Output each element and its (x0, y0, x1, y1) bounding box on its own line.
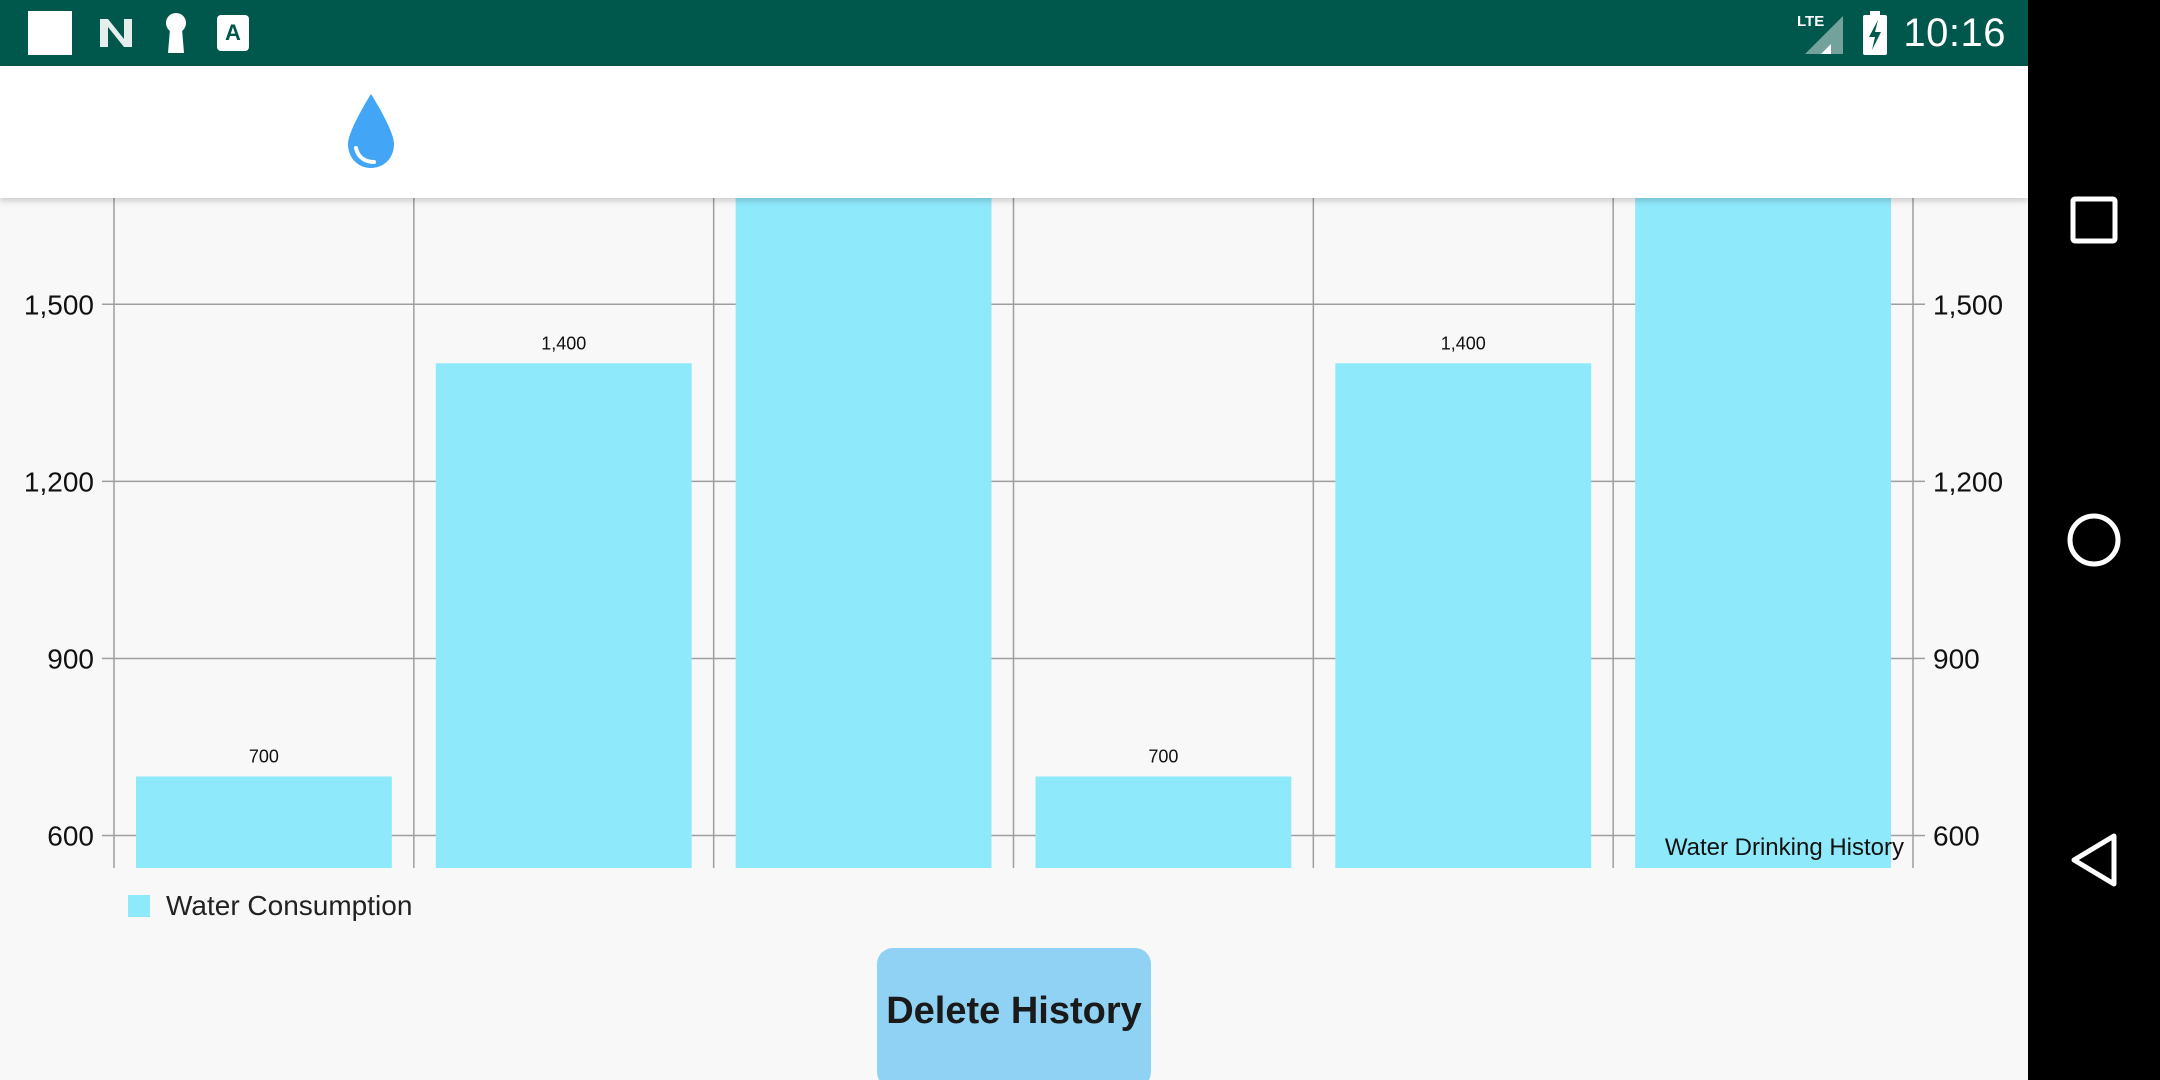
chart-area: 600 600 900 900 1,200 1,200 1,500 1,500 700 1,400… (0, 198, 2028, 1080)
notification-icons: A (28, 10, 250, 56)
water-drop-icon (348, 94, 394, 168)
water-bar-chart: 600 600 900 900 1,200 1,200 1,500 1,500 700 1,400… (24, 198, 2003, 868)
y-tick-label-right: 900 (1933, 643, 1980, 674)
y-tick-label-right: 1,500 (1933, 289, 2003, 320)
y-tick-label-right: 1,200 (1933, 466, 2003, 497)
app-bar (0, 66, 2028, 198)
y-tick-label-left: 600 (47, 821, 94, 852)
clock: 10:16 (1903, 10, 2006, 55)
y-tick-label-right: 600 (1933, 821, 1980, 852)
bar (136, 776, 392, 868)
bar (435, 363, 692, 868)
back-triangle-icon (2071, 833, 2117, 887)
bar (1335, 363, 1592, 868)
chart-legend: Water Consumption (128, 890, 412, 922)
y-tick-label-left: 1,200 (24, 466, 94, 497)
bar-data-label: 1,400 (541, 333, 586, 353)
font-a-icon: A (217, 15, 249, 51)
lte-signal-icon: LTE (1797, 13, 1844, 54)
recents-square-icon (2070, 196, 2118, 244)
keyhole-icon (166, 13, 186, 53)
battery-charging-icon (1863, 11, 1888, 55)
bar-data-label: 1,400 (1441, 333, 1486, 353)
bar (1035, 776, 1292, 868)
bar (735, 198, 992, 868)
recents-button[interactable] (2028, 160, 2160, 280)
back-button[interactable] (2028, 800, 2160, 920)
bar (1635, 198, 1891, 868)
legend-label: Water Consumption (166, 890, 413, 921)
bar-data-label: 700 (1148, 747, 1178, 767)
n-logo-icon (100, 19, 132, 47)
delete-history-button[interactable]: Delete History (877, 948, 1151, 1080)
svg-text:A: A (225, 20, 241, 45)
y-tick-label-left: 900 (47, 643, 94, 674)
legend-swatch (128, 895, 150, 917)
white-square-icon (28, 11, 72, 55)
network-label: LTE (1797, 13, 1824, 30)
system-icons: LTE 10:16 (1795, 8, 2006, 58)
status-bar: A LTE 10:16 (0, 0, 2028, 66)
home-circle-icon (2067, 513, 2121, 567)
home-button[interactable] (2028, 480, 2160, 600)
bar-data-label: 700 (249, 747, 279, 767)
y-tick-label-left: 1,500 (24, 289, 94, 320)
navigation-bar (2028, 0, 2160, 1080)
chart-description: Water Drinking History (1664, 834, 1904, 861)
